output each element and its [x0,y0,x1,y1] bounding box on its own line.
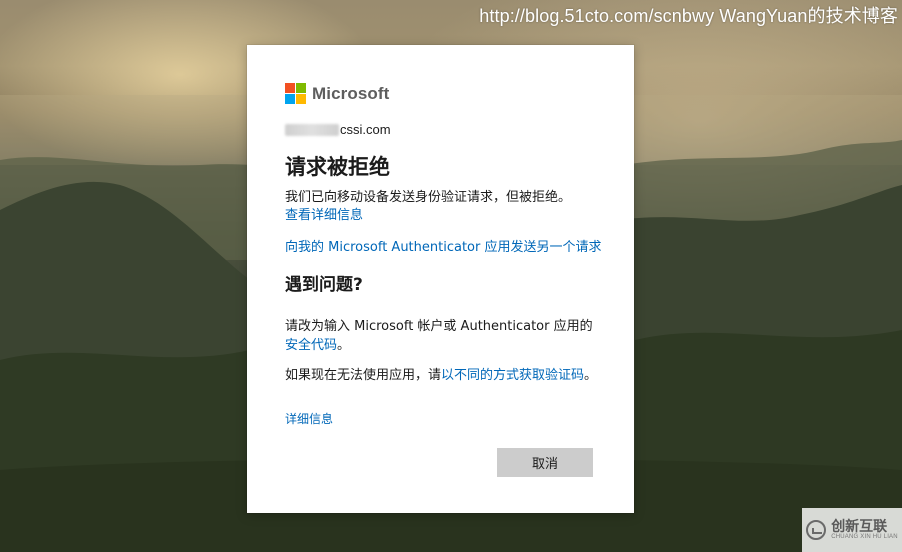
alternate-method-text: 如果现在无法使用应用，请 [285,368,442,383]
security-code-paragraph: 请改为输入 Microsoft 帐户或 Authenticator 应用的安全代… [285,319,593,353]
alternate-verification-link[interactable]: 以不同的方式获取验证码 [441,368,584,383]
alternate-method-paragraph: 如果现在无法使用应用，请以不同的方式获取验证码。 [285,368,598,383]
microsoft-squares-icon [285,83,306,104]
more-details-link[interactable]: 详细信息 [285,412,333,426]
cancel-button[interactable]: 取消 [497,448,593,477]
security-code-link[interactable]: 安全代码 [285,338,337,353]
account-domain: cssi.com [340,122,391,137]
blog-watermark: http://blog.51cto.com/scnbwy WangYuan的技术… [479,6,898,26]
brand-name: 创新互联 [831,518,888,535]
corner-brand-badge: 创新互联 CHUANG XIN HU LIAN [802,508,902,552]
resend-request-link[interactable]: 向我的 Microsoft Authenticator 应用发送另一个请求 [285,240,601,255]
denied-message: 我们已向移动设备发送身份验证请求，但被拒绝。 [285,190,572,205]
microsoft-logo-text: Microsoft [312,83,390,103]
brand-subtitle: CHUANG XIN HU LIAN [831,534,898,541]
problem-heading: 遇到问题? [285,275,363,295]
redacted-account-blur [285,123,339,136]
view-details-link[interactable]: 查看详细信息 [285,208,363,223]
account-identifier: cssi.com [285,122,391,137]
sign-in-dialog: Microsoft cssi.com 请求被拒绝 我们已向移动设备发送身份验证请… [247,45,634,513]
security-code-text: 请改为输入 Microsoft 帐户或 Authenticator 应用的 [285,319,593,334]
microsoft-logo: Microsoft [285,83,389,104]
page-title: 请求被拒绝 [285,155,390,179]
brand-logo-icon [806,520,827,540]
